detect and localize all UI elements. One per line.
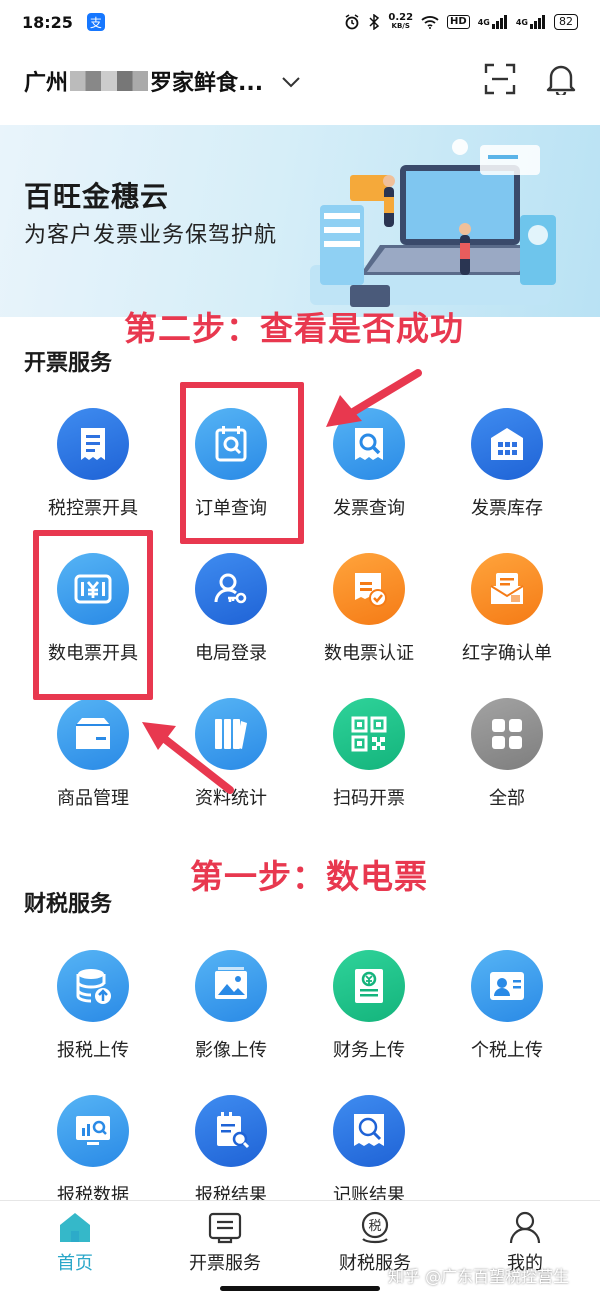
service-tax-upload[interactable]: 报税上传 <box>18 950 168 1062</box>
service-finance-upload[interactable]: 财务上传 <box>294 950 444 1062</box>
speed-unit: KB/S <box>391 22 410 30</box>
status-bar: 18:25 支 0.22 KB/S HD 4G 4G 82 <box>0 0 600 44</box>
highlight-box-order-query <box>180 382 304 544</box>
user-icon <box>509 1211 541 1244</box>
qr-code-icon <box>333 698 405 770</box>
banner-title: 百旺金穗云 <box>24 180 170 213</box>
wifi-icon <box>421 15 439 29</box>
header-actions <box>484 63 576 99</box>
network-speed: 0.22 KB/S <box>388 13 413 31</box>
alarm-icon <box>344 14 360 30</box>
app-header: 广州 罗家鲜食... <box>0 52 600 110</box>
arrow-to-digital-invoice <box>142 722 234 794</box>
service-tax-control-invoice[interactable]: 税控票开具 <box>18 408 168 520</box>
signal-label-1: 4G <box>477 17 490 27</box>
id-card-icon <box>471 950 543 1022</box>
service-image-upload[interactable]: 影像上传 <box>156 950 306 1062</box>
service-bookkeeping-result[interactable]: 记账结果 <box>294 1095 444 1207</box>
service-label: 发票查询 <box>333 498 405 519</box>
status-icons: 0.22 KB/S HD 4G 4G 82 <box>344 13 578 31</box>
status-time: 18:25 <box>22 12 73 32</box>
monitor-chart-icon <box>57 1095 129 1167</box>
certify-icon <box>333 553 405 625</box>
inventory-icon <box>471 408 543 480</box>
company-selector[interactable]: 广州 罗家鲜食... <box>24 65 301 97</box>
service-label: 影像上传 <box>195 1040 267 1061</box>
nav-invoice-services[interactable]: 开票服务 <box>150 1201 300 1284</box>
gesture-home-bar[interactable] <box>220 1286 380 1291</box>
bell-icon[interactable] <box>546 63 576 99</box>
svg-text:税: 税 <box>368 1219 381 1234</box>
battery-indicator: 82 <box>554 14 578 30</box>
step-one-annotation: 第一步：数电票 <box>190 857 428 896</box>
result-doc-icon <box>195 1095 267 1167</box>
banner-illustration <box>310 139 556 307</box>
service-invoice-inventory[interactable]: 发票库存 <box>432 408 582 520</box>
receipt-icon <box>57 408 129 480</box>
redacted-text <box>70 71 149 91</box>
home-icon <box>60 1213 90 1242</box>
banner-subtitle: 为客户发票业务保驾护航 <box>24 223 278 248</box>
service-label: 红字确认单 <box>462 643 552 664</box>
service-tax-bureau-login[interactable]: 电局登录 <box>156 553 306 665</box>
service-digital-invoice-certify[interactable]: 数电票认证 <box>294 553 444 665</box>
service-label: 个税上传 <box>471 1040 543 1061</box>
red-envelope-icon <box>471 553 543 625</box>
service-scan-invoice[interactable]: 扫码开票 <box>294 698 444 810</box>
highlight-box-digital-invoice <box>33 530 153 700</box>
step-two-annotation: 第二步：查看是否成功 <box>124 309 464 348</box>
service-personal-tax-upload[interactable]: 个税上传 <box>432 950 582 1062</box>
service-label: 数电票认证 <box>324 643 414 664</box>
nav-label: 首页 <box>57 1253 93 1274</box>
invoice-icon <box>208 1212 242 1244</box>
service-label: 商品管理 <box>57 788 129 809</box>
login-key-icon <box>195 553 267 625</box>
signal-4g-icon-2: 4G <box>516 15 546 29</box>
company-name-suffix: 罗家鲜食... <box>150 71 264 96</box>
service-label: 发票库存 <box>471 498 543 519</box>
service-all[interactable]: 全部 <box>432 698 582 810</box>
service-tax-data[interactable]: 报税数据 <box>18 1095 168 1207</box>
hd-badge: HD <box>447 15 470 29</box>
speed-value: 0.22 <box>388 12 414 23</box>
service-label: 报税上传 <box>57 1040 129 1061</box>
tax-services-title: 财税服务 <box>24 892 113 917</box>
service-label: 财务上传 <box>333 1040 405 1061</box>
box-icon <box>57 698 129 770</box>
database-upload-icon <box>57 950 129 1022</box>
signal-4g-icon: 4G <box>478 15 508 29</box>
service-label: 全部 <box>489 788 525 809</box>
chevron-down-icon[interactable] <box>281 69 301 94</box>
promo-banner[interactable]: 百旺金穗云 为客户发票业务保驾护航 <box>0 125 600 317</box>
app-screen: 18:25 支 0.22 KB/S HD 4G 4G 82 广州 罗家鲜食...… <box>0 0 600 1300</box>
scan-icon[interactable] <box>484 63 516 99</box>
image-upload-icon <box>195 950 267 1022</box>
watermark-text: 知乎 @广东百望税控营生 <box>388 1267 570 1286</box>
alipay-notification-icon: 支 <box>86 13 105 31</box>
company-name-prefix: 广州 <box>24 71 69 96</box>
bluetooth-icon <box>368 14 380 30</box>
ledger-icon <box>333 1095 405 1167</box>
service-tax-result[interactable]: 报税结果 <box>156 1095 306 1207</box>
service-label: 税控票开具 <box>48 498 138 519</box>
tax-icon: 税 <box>361 1211 389 1244</box>
arrow-to-order-query <box>326 369 422 427</box>
nav-label: 开票服务 <box>189 1253 261 1274</box>
service-label: 电局登录 <box>195 643 267 664</box>
finance-doc-icon <box>333 950 405 1022</box>
invoice-services-title: 开票服务 <box>24 351 113 376</box>
nav-home[interactable]: 首页 <box>0 1201 150 1284</box>
service-red-letter-confirm[interactable]: 红字确认单 <box>432 553 582 665</box>
signal-label-2: 4G <box>515 17 528 27</box>
service-label: 扫码开票 <box>333 788 405 809</box>
grid-icon <box>471 698 543 770</box>
